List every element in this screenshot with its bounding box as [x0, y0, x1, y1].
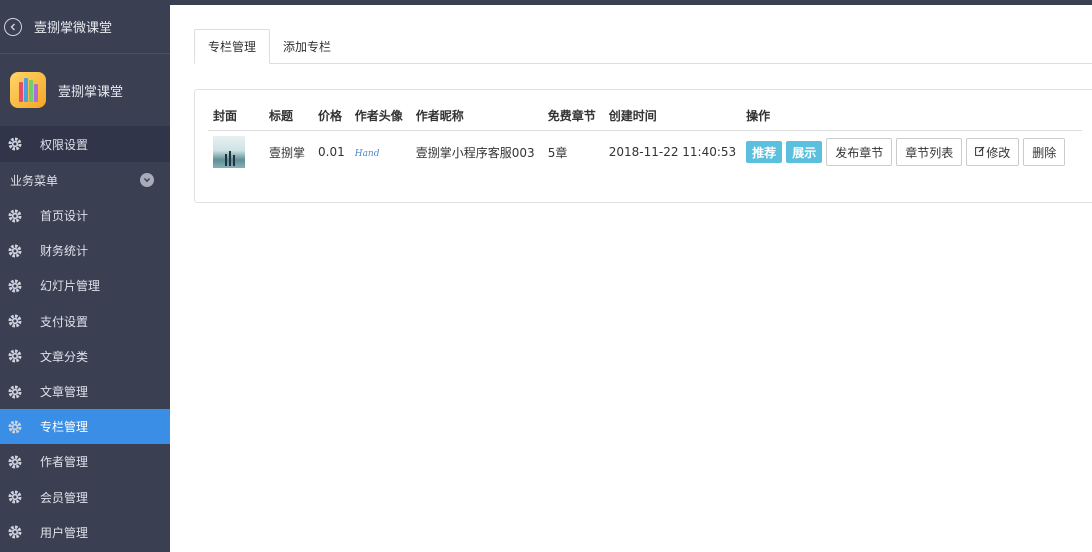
recommend-button[interactable]: 推荐 — [746, 141, 783, 164]
gear-icon — [6, 347, 24, 365]
sidebar-item-2[interactable]: 幻灯片管理 — [0, 268, 170, 303]
gear-icon — [6, 207, 24, 225]
edit-button[interactable]: 修改 — [966, 138, 1020, 167]
sidebar-group-business[interactable]: 业务菜单 — [0, 162, 170, 198]
sidebar-item-8[interactable]: 会员管理 — [0, 480, 170, 515]
sidebar-item-permissions[interactable]: 权限设置 — [0, 126, 170, 162]
column-header-actions: 操作 — [741, 102, 1082, 131]
author-avatar: Hand — [354, 149, 380, 160]
column-header-avatar: 作者头像 — [349, 102, 411, 131]
gear-icon — [6, 242, 24, 260]
column-list-panel: 封面 标题 价格 作者头像 作者昵称 免费章节 创建时间 操作 壹捌掌 0.01… — [194, 89, 1092, 203]
chevron-down-icon[interactable] — [140, 173, 154, 187]
column-header-created: 创建时间 — [603, 102, 742, 131]
cover-cell — [208, 130, 264, 174]
column-table: 封面 标题 价格 作者头像 作者昵称 免费章节 创建时间 操作 壹捌掌 0.01… — [208, 102, 1082, 174]
back-icon[interactable] — [4, 17, 22, 36]
table-header-row: 封面 标题 价格 作者头像 作者昵称 免费章节 创建时间 操作 — [208, 102, 1082, 131]
sidebar-item-4[interactable]: 文章分类 — [0, 339, 170, 374]
sidebar-item-5[interactable]: 文章管理 — [0, 374, 170, 409]
table-row: 壹捌掌 0.01 Hand 壹捌掌小程序客服003 5章 2018-11-22 … — [208, 130, 1082, 174]
pencil-square-icon — [975, 146, 985, 159]
column-header-price: 价格 — [313, 102, 350, 131]
sidebar: 壹捌掌微课堂 壹捌掌课堂 权限设置 业务菜单 首页设计财务统计幻灯片管理支付设置… — [0, 0, 170, 552]
column-header-free-chapters: 免费章节 — [542, 102, 604, 131]
sidebar-item-label: 作者管理 — [40, 455, 89, 470]
sidebar-item-7[interactable]: 作者管理 — [0, 444, 170, 479]
sidebar-item-9[interactable]: 用户管理 — [0, 515, 170, 550]
column-header-title: 标题 — [264, 102, 313, 131]
gear-icon — [6, 488, 24, 506]
edit-button-label: 修改 — [986, 145, 1011, 160]
sidebar-item-label: 用户管理 — [40, 525, 89, 540]
price-cell: 0.01 — [318, 145, 345, 160]
gear-icon — [6, 418, 24, 436]
sidebar-item-label: 文章管理 — [40, 385, 89, 400]
column-header-author: 作者昵称 — [410, 102, 543, 131]
sidebar-item-label: 财务统计 — [40, 244, 89, 259]
sidebar-item-6[interactable]: 专栏管理 — [0, 409, 170, 445]
delete-button[interactable]: 删除 — [1023, 138, 1066, 167]
sidebar-item-label: 支付设置 — [40, 314, 89, 329]
publish-chapter-button[interactable]: 发布章节 — [826, 138, 893, 167]
gear-icon — [6, 453, 24, 471]
title-cell: 壹捌掌 — [269, 145, 306, 160]
tab-add-column[interactable]: 添加专栏 — [270, 29, 344, 64]
gear-icon — [6, 277, 24, 295]
gear-icon — [6, 312, 24, 330]
sidebar-item-0[interactable]: 首页设计 — [0, 198, 170, 233]
main-content: 专栏管理 添加专栏 封面 标题 价格 作者头像 作者昵称 免费章节 创建时间 操… — [170, 5, 1092, 552]
avatar-cell: Hand — [350, 130, 411, 174]
author-cell: 壹捌掌小程序客服003 — [415, 145, 535, 160]
brand-logo — [10, 72, 46, 108]
app-title: 壹捌掌微课堂 — [34, 21, 113, 36]
free-chapters-cell: 5章 — [547, 145, 568, 160]
tab-column-management[interactable]: 专栏管理 — [194, 29, 271, 64]
sidebar-group-label: 业务菜单 — [10, 173, 59, 188]
chapter-list-button[interactable]: 章节列表 — [896, 138, 963, 167]
gear-icon — [6, 135, 24, 153]
sidebar-brand: 壹捌掌课堂 — [0, 54, 170, 126]
show-button[interactable]: 展示 — [786, 141, 823, 164]
action-buttons: 推荐 展示 发布章节 章节列表 修改 删除 — [746, 138, 1077, 167]
tab-bar: 专栏管理 添加专栏 — [194, 29, 1092, 64]
sidebar-item-label: 文章分类 — [40, 349, 89, 364]
sidebar-item-label: 幻灯片管理 — [40, 279, 101, 294]
gear-icon — [6, 523, 24, 541]
actions-cell: 推荐 展示 发布章节 章节列表 修改 删除 — [741, 130, 1082, 174]
sidebar-header: 壹捌掌微课堂 — [0, 0, 170, 54]
column-header-cover: 封面 — [208, 102, 264, 131]
sidebar-item-label: 专栏管理 — [40, 420, 89, 435]
sidebar-item-label: 首页设计 — [40, 209, 89, 224]
cover-image — [213, 136, 245, 169]
brand-name: 壹捌掌课堂 — [58, 84, 124, 100]
sidebar-item-3[interactable]: 支付设置 — [0, 304, 170, 339]
gear-icon — [6, 383, 24, 401]
sidebar-item-1[interactable]: 财务统计 — [0, 233, 170, 268]
sidebar-item-label: 权限设置 — [40, 137, 89, 152]
created-cell: 2018-11-22 11:40:53 — [608, 145, 737, 160]
sidebar-item-label: 会员管理 — [40, 490, 89, 505]
